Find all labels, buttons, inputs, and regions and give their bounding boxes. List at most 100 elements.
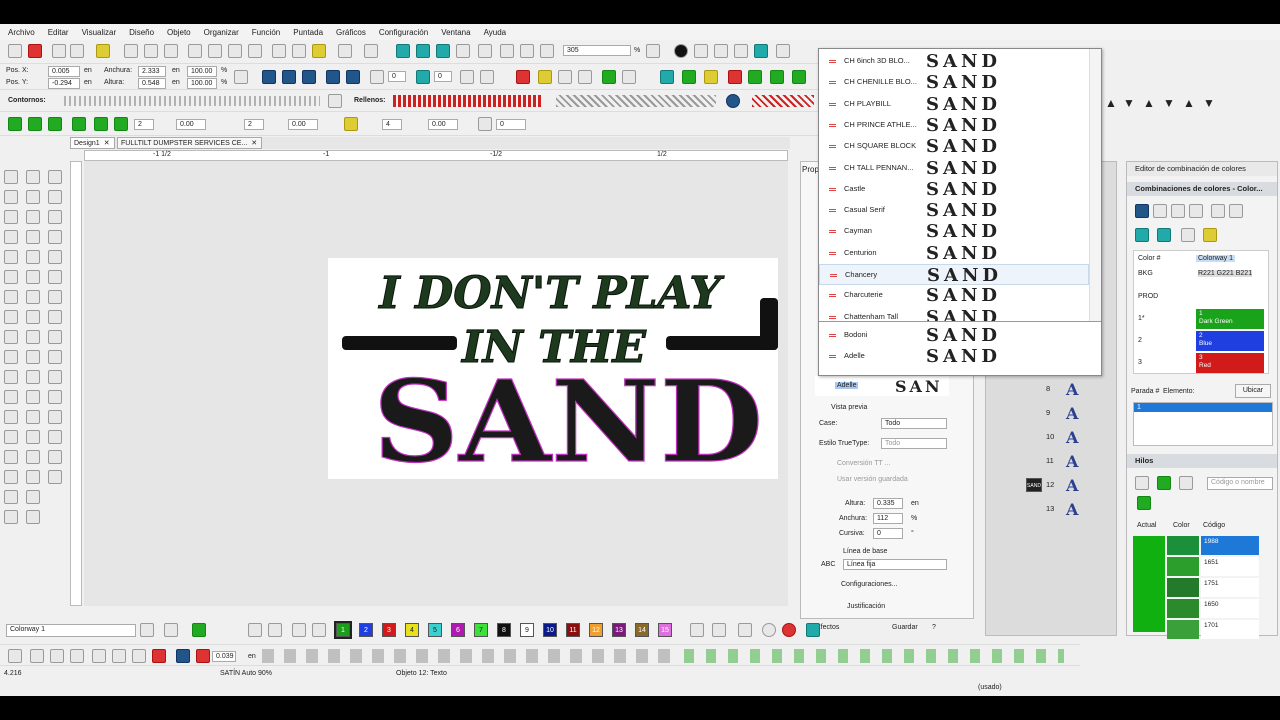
toolbox-tool-icon[interactable]	[4, 170, 18, 184]
toolbox-tool-icon[interactable]	[4, 450, 18, 464]
toolbox-tool-icon[interactable]	[26, 190, 40, 204]
sequence-text-object[interactable]: A	[1066, 404, 1078, 423]
color-wheel-icon[interactable]	[714, 44, 728, 58]
vista-previa-checkbox[interactable]: Vista previa	[831, 404, 867, 411]
print-preview-icon[interactable]	[248, 44, 262, 58]
needle-icon[interactable]	[52, 44, 66, 58]
satin-icon[interactable]	[516, 70, 530, 84]
font-item[interactable]: Charcuterie SAND	[819, 285, 1089, 306]
colorway-swatch-icon[interactable]	[164, 623, 178, 637]
toolbox-tool-icon[interactable]	[4, 330, 18, 344]
thread-search-input[interactable]: Código o nombre	[1207, 477, 1273, 490]
table-icon[interactable]	[1181, 228, 1195, 242]
arrow-right-icon[interactable]	[1229, 204, 1243, 218]
menu-item[interactable]: Objeto	[167, 28, 191, 37]
close-icon[interactable]: ✕	[104, 140, 110, 147]
color-swatch[interactable]: 10	[543, 623, 557, 637]
tab-fulltilt[interactable]: FULLTILT DUMPSTER SERVICES CE... ✕	[117, 137, 262, 149]
toolbox-tool-icon[interactable]	[48, 290, 62, 304]
anchura-input[interactable]: 112	[873, 513, 903, 524]
add-colorway-icon[interactable]	[1135, 204, 1149, 218]
slow-redraw-icon[interactable]	[416, 44, 430, 58]
paste-icon[interactable]	[312, 44, 326, 58]
color-swatch[interactable]: 5	[428, 623, 442, 637]
eyedropper-icon[interactable]	[248, 623, 262, 637]
zoom-out-icon[interactable]	[540, 44, 554, 58]
sequence-text-object[interactable]: A	[1066, 380, 1078, 399]
truetype-select[interactable]: Todo	[881, 438, 947, 449]
travel-icon[interactable]	[396, 44, 410, 58]
toolbox-tool-icon[interactable]	[4, 430, 18, 444]
star-icon[interactable]	[704, 70, 718, 84]
artwork-icon[interactable]	[682, 70, 696, 84]
colorway-color-cell[interactable]: 3 Red	[1196, 353, 1264, 373]
stops-list[interactable]: 1	[1133, 402, 1273, 446]
guardar-tab[interactable]: Guardar	[892, 624, 918, 631]
menu-item[interactable]: Ayuda	[484, 28, 507, 37]
fill-icon[interactable]	[602, 70, 616, 84]
cut-icon[interactable]	[272, 44, 286, 58]
thread-code[interactable]: 1988	[1201, 536, 1259, 555]
toolbox-tool-icon[interactable]	[4, 510, 18, 524]
menu-item[interactable]: Función	[252, 28, 280, 37]
object-properties-icon[interactable]	[776, 44, 790, 58]
toolbox-tool-icon[interactable]	[48, 390, 62, 404]
info-icon[interactable]	[674, 44, 688, 58]
color-swatch[interactable]: 13	[612, 623, 626, 637]
stitch-list-icon[interactable]	[694, 44, 708, 58]
thread-code[interactable]: 1701	[1201, 620, 1259, 639]
sequence-text-object[interactable]: A	[1066, 428, 1078, 447]
toolbox-tool-icon[interactable]	[4, 410, 18, 424]
thread-chart-icon[interactable]	[1179, 476, 1193, 490]
shape-6-icon[interactable]	[112, 649, 126, 663]
shape-4-icon[interactable]	[70, 649, 84, 663]
scissors-tool-icon[interactable]	[70, 44, 84, 58]
spacing-input-2[interactable]: 0.00	[176, 119, 206, 130]
font-item[interactable]: CH PLAYBILL SAND	[819, 94, 1089, 115]
zoom-box-icon[interactable]	[646, 44, 660, 58]
palette-icon[interactable]	[1135, 228, 1149, 242]
toolbox-tool-icon[interactable]	[26, 170, 40, 184]
shape-red2-icon[interactable]	[196, 649, 210, 663]
usar-version-checkbox[interactable]: Usar versión guardada	[837, 476, 908, 483]
add-color-icon[interactable]	[292, 623, 306, 637]
thread-color-swatch[interactable]	[1167, 578, 1199, 597]
font-item[interactable]: CH TALL PENNAN... SAND	[819, 158, 1089, 179]
select-shapes-icon[interactable]	[8, 649, 22, 663]
layers-icon[interactable]	[96, 44, 110, 58]
thread-spool-icon[interactable]	[1157, 476, 1171, 490]
wilcom-logo-icon[interactable]	[28, 44, 42, 58]
arrow-last-icon[interactable]: ▼	[1203, 96, 1217, 110]
toolbox-tool-icon[interactable]	[26, 370, 40, 384]
height-input[interactable]: 0.548	[138, 78, 166, 89]
rotate-input[interactable]: 0	[388, 71, 406, 82]
menu-item[interactable]: Diseño	[129, 28, 154, 37]
grid-icon[interactable]	[500, 44, 514, 58]
arrow-down-icon[interactable]: ▼	[1123, 96, 1137, 110]
scale-width-input[interactable]: 100.00	[187, 66, 217, 77]
font-list-scrollbar[interactable]	[1089, 49, 1101, 321]
color-swatch[interactable]: 1	[334, 621, 352, 639]
toolbox-tool-icon[interactable]	[4, 370, 18, 384]
shape-7-icon[interactable]	[132, 649, 146, 663]
spacing-input-4[interactable]: 0.00	[288, 119, 318, 130]
pencil-icon[interactable]	[268, 623, 282, 637]
toolbox-tool-icon[interactable]	[48, 190, 62, 204]
picture-icon[interactable]	[660, 70, 674, 84]
toolbox-tool-icon[interactable]	[4, 210, 18, 224]
color-swatch[interactable]: 11	[566, 623, 580, 637]
color-swatch[interactable]: 3	[382, 623, 396, 637]
toolbox-tool-icon[interactable]	[26, 290, 40, 304]
toolbox-tool-icon[interactable]	[48, 230, 62, 244]
stitch-type-2-icon[interactable]	[480, 70, 494, 84]
color-swatch[interactable]: 14	[635, 623, 649, 637]
font-item[interactable]: Castle SAND	[819, 179, 1089, 200]
frame-fit-icon[interactable]	[114, 117, 128, 131]
toolbox-tool-icon[interactable]	[48, 350, 62, 364]
fill-types-strip-red[interactable]	[393, 95, 543, 107]
font-item[interactable]: CH CHENILLE BLO... SAND	[819, 72, 1089, 93]
tshirt-red-icon[interactable]	[728, 70, 742, 84]
toolbox-tool-icon[interactable]	[26, 270, 40, 284]
toolbox-tool-icon[interactable]	[4, 390, 18, 404]
sequence-text-object[interactable]: A	[1066, 476, 1078, 495]
